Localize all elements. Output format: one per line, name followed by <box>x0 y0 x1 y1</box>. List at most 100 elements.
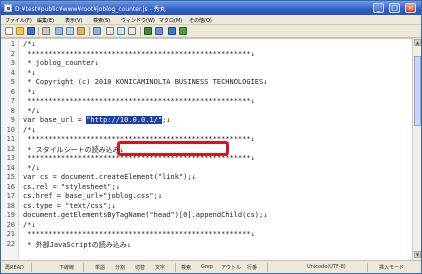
line-number: 4 <box>10 68 15 77</box>
window-title: D:¥test¥public¥www¥root¥joblog_counter.j… <box>15 6 166 13</box>
line-number-gutter: 1 2 3 4 5 6 7 8 9 10 11 12 13 14 15 16 17 18 19 20 21 22 <box>1 39 19 260</box>
status-grep[interactable]: Grep <box>201 264 213 270</box>
print-icon[interactable] <box>42 27 50 35</box>
line-number: 14 <box>6 163 15 172</box>
menu-file[interactable]: ファイル(F) <box>5 17 32 24</box>
code-text: ****************************************… <box>23 97 255 105</box>
paste-icon[interactable] <box>77 27 85 35</box>
code-text: ****************************************… <box>23 49 255 58</box>
code-line[interactable]: */↓ <box>23 164 40 172</box>
copy-icon[interactable] <box>66 27 74 35</box>
code-text: */↓ <box>23 106 40 115</box>
base-url-value[interactable]: "http://10.0.0.1/" <box>86 116 163 124</box>
status-bar: 再READ 下線線 単語 分割 切替 文字 検索 Grep アウトル 行番 Un… <box>1 260 421 273</box>
code-line[interactable]: */↓ <box>23 107 40 115</box>
status-divider <box>31 263 32 272</box>
vertical-scrollbar[interactable]: ▲ ▼ <box>412 38 421 260</box>
line-number: 17 <box>6 192 15 200</box>
menu-other[interactable]: その他(O) <box>189 17 212 24</box>
status-underline[interactable]: 下線線 <box>59 264 74 271</box>
jump-icon[interactable] <box>144 27 152 35</box>
status-line-number[interactable]: 行番 <box>247 264 257 271</box>
code-line[interactable]: * 外部JavaScriptの読み込み↓ <box>23 240 131 250</box>
scroll-up-icon[interactable]: ▲ <box>414 39 421 46</box>
open-folder-icon[interactable] <box>16 27 24 35</box>
title-bar[interactable]: D:¥test¥public¥www¥root¥joblog_counter.j… <box>1 1 421 15</box>
code-line[interactable]: cs.type = "text/css";↓ <box>23 202 116 210</box>
line-number: 9 <box>10 116 15 124</box>
code-line[interactable]: * スタイルシートの読み込み↓ <box>23 145 124 155</box>
status-word[interactable]: 単語 <box>95 264 105 271</box>
line-number: 13 <box>6 154 15 162</box>
new-file-icon[interactable] <box>5 27 13 35</box>
status-divider <box>267 263 268 272</box>
status-insert-mode[interactable]: 挿入モード <box>379 264 404 271</box>
code-line[interactable]: document.getElementsByTagName("head")[0]… <box>23 211 267 219</box>
code-line[interactable]: *↓ <box>23 68 36 77</box>
status-encoding[interactable]: Unicode(UTF-8) <box>307 264 346 270</box>
code-text: * スタイルシートの読み込み↓ <box>23 145 124 154</box>
line-number: 2 <box>10 49 15 58</box>
window-icon[interactable] <box>168 27 176 35</box>
line-number: 3 <box>10 59 15 67</box>
code-line[interactable]: var base_url = "http://10.0.0.1/";↓ <box>23 116 171 124</box>
scroll-down-icon[interactable]: ▼ <box>414 251 421 258</box>
code-line[interactable]: ****************************************… <box>23 97 255 105</box>
code-text: * Copyright (c) 2010 KONICAMINOLTA BUSIN… <box>23 78 268 86</box>
code-line[interactable]: * joblog_counter↓ <box>23 59 99 67</box>
code-text: cs.type = "text/css";↓ <box>23 201 116 210</box>
line-number: 5 <box>10 78 15 86</box>
editor-window: D:¥test¥public¥www¥root¥joblog_counter.j… <box>0 0 422 274</box>
replace-icon[interactable] <box>117 27 125 35</box>
code-line[interactable]: /*↓ <box>23 221 36 229</box>
line-number: 6 <box>10 87 15 96</box>
code-line[interactable]: ****************************************… <box>23 50 255 58</box>
code-line[interactable]: * Copyright (c) 2010 KONICAMINOLTA BUSIN… <box>23 78 267 86</box>
code-text: ****************************************… <box>23 230 255 238</box>
line-number: 16 <box>6 182 15 191</box>
line-number: 18 <box>6 201 15 210</box>
status-split[interactable]: 分割 <box>115 264 125 271</box>
status-search[interactable]: 検索 <box>181 264 191 271</box>
minimize-button[interactable]: _ <box>373 3 384 13</box>
status-switch[interactable]: 切替 <box>135 264 145 271</box>
line-number: 10 <box>6 125 15 134</box>
line-number: 1 <box>10 40 15 48</box>
status-outline[interactable]: アウトル <box>221 264 241 271</box>
code-text: *↓ <box>23 68 36 77</box>
macro-icon[interactable] <box>179 27 187 35</box>
menu-window[interactable]: ウィンドウ(W) <box>121 17 155 24</box>
code-line[interactable]: cs.href = base_url+"joblog.css";↓ <box>23 192 162 200</box>
code-line[interactable]: var cs = document.createElement("link");… <box>23 173 196 181</box>
scroll-thumb[interactable] <box>414 56 421 126</box>
code-line[interactable]: /*↓ <box>23 126 36 134</box>
close-button[interactable]: × <box>405 3 416 13</box>
undo-icon[interactable] <box>93 27 101 35</box>
code-editor[interactable]: 1 2 3 4 5 6 7 8 9 10 11 12 13 14 15 16 17 18 19 20 21 22 /*↓ … <box>1 38 412 260</box>
menu-search[interactable]: 検索(S) <box>93 17 110 24</box>
maximize-button[interactable]: □ <box>389 3 400 13</box>
cut-icon[interactable] <box>55 27 63 35</box>
toolbar-separator <box>140 27 141 36</box>
line-number: 21 <box>6 230 15 238</box>
code-text: var base_url = <box>23 116 87 124</box>
code-line[interactable]: /*↓ <box>23 40 36 48</box>
status-divider <box>175 263 176 272</box>
line-number: 19 <box>6 211 15 219</box>
base-url-suffix: ;↓ <box>162 116 171 124</box>
code-text: */↓ <box>23 163 40 172</box>
menu-view[interactable]: 表示(V) <box>65 17 82 24</box>
bookmark-icon[interactable] <box>155 27 163 35</box>
grep-icon[interactable] <box>128 27 136 35</box>
find-icon[interactable] <box>106 27 114 35</box>
status-reread[interactable]: 再READ <box>5 264 24 271</box>
code-line[interactable]: cs.rel = "stylesheet";↓ <box>23 183 120 191</box>
status-divider <box>83 263 84 272</box>
code-text: cs.rel = "stylesheet";↓ <box>23 182 120 191</box>
status-char[interactable]: 文字 <box>155 264 165 271</box>
save-icon[interactable] <box>27 27 35 35</box>
menu-macro[interactable]: マクロ(M) <box>159 17 182 24</box>
code-line[interactable]: ****************************************… <box>23 230 255 238</box>
code-line[interactable]: *↓ <box>23 88 35 96</box>
menu-edit[interactable]: 編集(E) <box>37 17 54 24</box>
